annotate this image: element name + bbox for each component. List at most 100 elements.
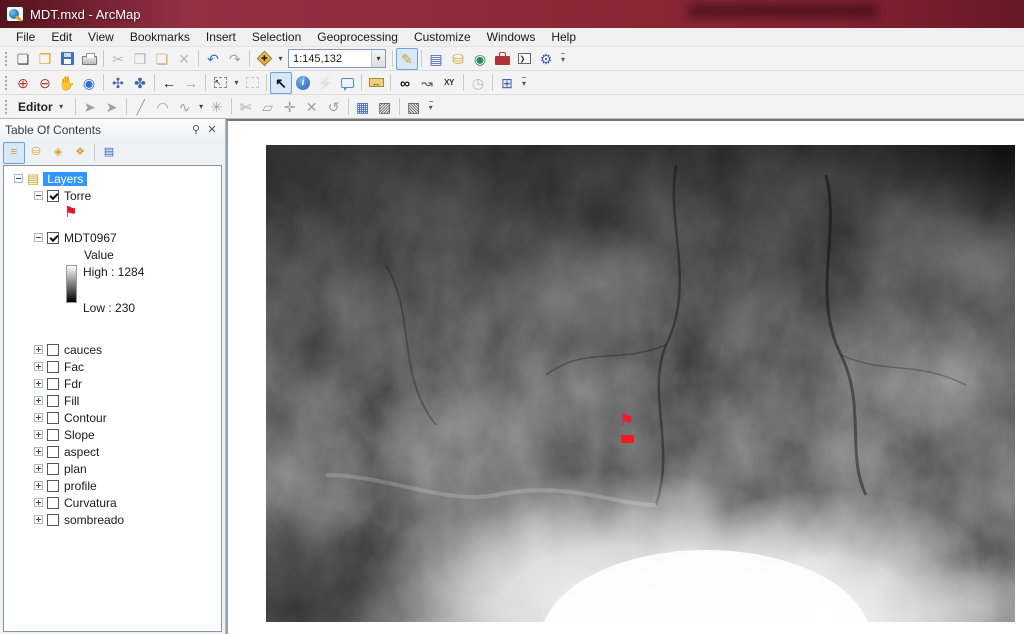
rotate-tool-button[interactable]: ↺ — [323, 96, 345, 118]
identify-button[interactable]: i — [292, 72, 314, 94]
add-data-button[interactable]: ✚ — [253, 48, 275, 70]
aspect-layer-label[interactable]: aspect — [64, 445, 99, 459]
split-tool-button[interactable]: ✕ — [301, 96, 323, 118]
map-flag-selection-box[interactable] — [621, 435, 634, 443]
mdt-layer-label[interactable]: MDT0967 — [64, 231, 117, 245]
slope-layer-label[interactable]: Slope — [64, 428, 95, 442]
profile-checkbox[interactable] — [47, 480, 59, 492]
fdr-layer-row[interactable]: Fdr — [4, 375, 221, 392]
undo-button[interactable]: ↶ — [202, 48, 224, 70]
profile-layer-row[interactable]: profile — [4, 477, 221, 494]
find-button[interactable]: ∞ — [394, 72, 416, 94]
fac-layer-row[interactable]: Fac — [4, 358, 221, 375]
menu-edit[interactable]: Edit — [43, 29, 80, 45]
mdt-checkbox[interactable] — [47, 232, 59, 244]
pan-button[interactable]: ✋ — [56, 72, 78, 94]
menu-geoprocessing[interactable]: Geoprocessing — [309, 29, 406, 45]
collapse-icon[interactable] — [34, 191, 43, 200]
segment-dropdown-caret[interactable]: ▾ — [197, 102, 206, 111]
cauces-checkbox[interactable] — [47, 344, 59, 356]
map-flag-marker-icon[interactable]: ⚑ — [619, 412, 634, 429]
editor-menu-button[interactable]: Editor ▾ — [12, 98, 72, 116]
expand-icon[interactable] — [34, 515, 43, 524]
modelbuilder-button[interactable]: ⚙ — [535, 48, 557, 70]
map-view[interactable]: ⚑ — [226, 119, 1024, 634]
list-by-selection-button[interactable]: ❖ — [69, 142, 91, 164]
edit-tool-button[interactable]: ➤ — [79, 96, 101, 118]
go-back-extent-button[interactable]: ← — [158, 72, 180, 94]
sombreado-checkbox[interactable] — [47, 514, 59, 526]
redo-button[interactable]: ↷ — [224, 48, 246, 70]
contour-layer-row[interactable]: Contour — [4, 409, 221, 426]
zoom-in-button[interactable]: ⊕ — [12, 72, 34, 94]
plan-layer-label[interactable]: plan — [64, 462, 87, 476]
pin-icon[interactable]: ⚲ — [188, 123, 204, 136]
menu-selection[interactable]: Selection — [244, 29, 309, 45]
zoom-out-button[interactable]: ⊖ — [34, 72, 56, 94]
fdr-layer-label[interactable]: Fdr — [64, 377, 82, 391]
torre-layer-label[interactable]: Torre — [64, 189, 91, 203]
menu-bookmarks[interactable]: Bookmarks — [122, 29, 198, 45]
toolbar-grip[interactable] — [4, 50, 9, 67]
cut-polygons-button[interactable]: ✄ — [235, 96, 257, 118]
point-at-intersection-button[interactable]: ✳ — [206, 96, 228, 118]
move-feature-button[interactable]: ✛ — [279, 96, 301, 118]
cauces-layer-label[interactable]: cauces — [64, 343, 102, 357]
create-features-button[interactable]: ▧ — [403, 96, 425, 118]
attributes-button[interactable]: ▦ — [352, 96, 374, 118]
editor-toolbar-toggle-button[interactable]: ✎ — [396, 48, 418, 70]
catalog-window-button[interactable]: ⛁ — [447, 48, 469, 70]
straight-segment-button[interactable]: ╱ — [130, 96, 152, 118]
menu-customize[interactable]: Customize — [406, 29, 479, 45]
find-route-button[interactable]: ↝ — [416, 72, 438, 94]
select-features-dropdown-caret[interactable]: ▾ — [232, 78, 241, 87]
expand-icon[interactable] — [34, 413, 43, 422]
torre-checkbox[interactable] — [47, 190, 59, 202]
menu-view[interactable]: View — [80, 29, 122, 45]
select-elements-button[interactable]: ↖ — [270, 72, 292, 94]
contour-layer-label[interactable]: Contour — [64, 411, 107, 425]
go-forward-extent-button[interactable]: → — [180, 72, 202, 94]
python-window-button[interactable]: ❯ — [513, 48, 535, 70]
layers-group-label[interactable]: Layers — [43, 172, 87, 186]
plan-layer-row[interactable]: plan — [4, 460, 221, 477]
fdr-checkbox[interactable] — [47, 378, 59, 390]
curvatura-layer-row[interactable]: Curvatura — [4, 494, 221, 511]
delete-button[interactable]: ✕ — [173, 48, 195, 70]
fill-layer-label[interactable]: Fill — [64, 394, 79, 408]
menu-insert[interactable]: Insert — [198, 29, 244, 45]
plan-checkbox[interactable] — [47, 463, 59, 475]
expand-icon[interactable] — [34, 345, 43, 354]
toolbar-overflow-caret[interactable]: ▾ — [561, 53, 565, 64]
menu-file[interactable]: File — [8, 29, 43, 45]
aspect-checkbox[interactable] — [47, 446, 59, 458]
aspect-layer-row[interactable]: aspect — [4, 443, 221, 460]
scale-combobox[interactable]: 1:145,132 ▾ — [288, 49, 386, 68]
search-window-button[interactable]: ◉ — [469, 48, 491, 70]
expand-icon[interactable] — [34, 430, 43, 439]
torre-layer-row[interactable]: Torre — [4, 187, 221, 204]
toolbar-grip[interactable] — [4, 98, 9, 115]
scale-dropdown-caret[interactable]: ▾ — [371, 50, 385, 67]
expand-icon[interactable] — [34, 498, 43, 507]
go-to-xy-button[interactable]: XY — [438, 72, 460, 94]
freehand-segment-button[interactable]: ∿ — [174, 96, 196, 118]
menu-windows[interactable]: Windows — [479, 29, 544, 45]
list-by-drawing-order-button[interactable]: ≡ — [3, 142, 25, 164]
sombreado-layer-label[interactable]: sombreado — [64, 513, 124, 527]
toolbar-overflow-caret[interactable]: ▾ — [429, 101, 433, 112]
expand-icon[interactable] — [34, 464, 43, 473]
titlebar[interactable]: MDT.mxd - ArcMap — [0, 0, 1024, 28]
arc-segment-button[interactable]: ◠ — [152, 96, 174, 118]
edit-annotation-button[interactable]: ➤ — [101, 96, 123, 118]
profile-layer-label[interactable]: profile — [64, 479, 97, 493]
menu-help[interactable]: Help — [543, 29, 584, 45]
red-flag-symbol-icon[interactable]: ⚑ — [64, 205, 77, 220]
layers-group-row[interactable]: ▤ Layers — [4, 170, 221, 187]
reshape-feature-button[interactable]: ▱ — [257, 96, 279, 118]
measure-button[interactable]: ↔ — [365, 72, 387, 94]
arctoolbox-button[interactable] — [491, 48, 513, 70]
fill-layer-row[interactable]: Fill — [4, 392, 221, 409]
fixed-zoom-in-button[interactable]: ✣ — [107, 72, 129, 94]
toolbar-grip[interactable] — [4, 74, 9, 91]
